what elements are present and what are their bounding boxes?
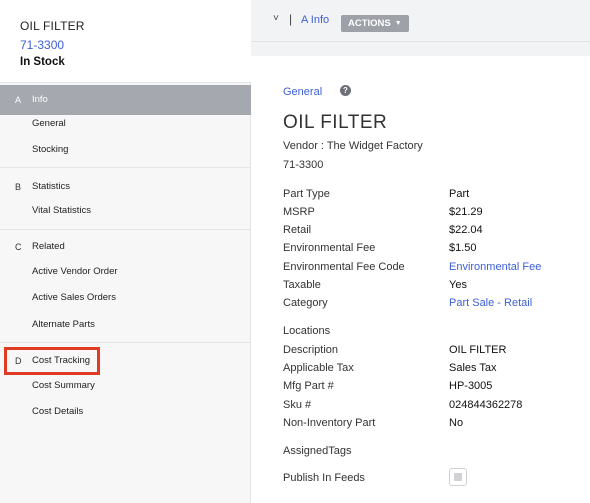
environmental-fee-link[interactable]: Environmental Fee [449,261,541,273]
field-label: MSRP [283,206,315,218]
section-letter: B [15,182,22,192]
section-title-link[interactable]: A Info [301,14,329,26]
actions-button[interactable]: ACTIONS ▼ [341,15,409,32]
section-letter: C [15,242,22,252]
sidebar-item-active-vendor-order[interactable]: Active Vendor Order [32,266,118,277]
help-icon[interactable]: ? [340,85,351,96]
publish-in-feeds-label: Publish In Feeds [283,472,365,484]
sidebar-item-general[interactable]: General [32,118,66,129]
part-name: OIL FILTER [20,19,85,33]
locations-label: Locations [283,325,331,337]
sidebar-section-related[interactable]: C Related [0,234,251,264]
sidebar-section-statistics[interactable]: B Statistics [0,173,251,203]
divider [0,167,251,168]
field-label: Mfg Part # [283,380,334,392]
section-label: Related [32,241,65,252]
section-label: Statistics [32,181,71,192]
field-label: Description [283,344,339,356]
field-label: Category [283,297,328,309]
sidebar-item-active-sales-orders[interactable]: Active Sales Orders [32,292,116,303]
sidebar-section-info[interactable]: A Info [0,85,251,115]
checkbox-indicator [454,473,462,481]
actions-label: ACTIONS [348,18,391,29]
page-title: OIL FILTER [283,112,388,133]
sidebar-item-vital-statistics[interactable]: Vital Statistics [32,205,91,216]
part-number: 71-3300 [283,159,324,171]
vendor-text: Vendor : The Widget Factory [283,140,423,152]
field-label: Environmental Fee Code [283,261,405,273]
general-section-link[interactable]: General [283,86,322,98]
field-value: $21.29 [449,206,483,218]
field-value: No [449,417,464,429]
top-bar: ˅ | A Info ACTIONS ▼ [251,0,590,42]
sidebar-item-cost-details[interactable]: Cost Details [32,406,83,417]
field-label: Applicable Tax [283,362,354,374]
field-label: Taxable [283,279,321,291]
separator: | [289,12,293,26]
stock-status: In Stock [20,56,65,68]
field-value: $1.50 [449,242,477,254]
part-number-link[interactable]: 71-3300 [20,38,64,52]
caret-down-icon: ▼ [394,20,402,27]
chevron-down-icon[interactable]: ˅ [273,13,279,24]
divider [0,342,251,343]
sidebar-item-alternate-parts[interactable]: Alternate Parts [32,319,95,330]
assigned-tags-label: AssignedTags [283,445,352,457]
field-label: Non-Inventory Part [283,417,376,429]
field-label: Environmental Fee [283,242,376,254]
field-label: Part Type [283,188,330,200]
main-panel: General ? OIL FILTER Vendor : The Widget… [251,56,590,503]
sidebar-header: OIL FILTER 71-3300 In Stock [0,0,251,83]
publish-in-feeds-checkbox[interactable] [449,468,467,486]
field-label: Sku # [283,399,312,411]
field-value: $22.04 [449,224,483,236]
section-letter: A [15,95,22,105]
divider [0,229,251,230]
sidebar-item-cost-summary[interactable]: Cost Summary [32,380,95,391]
field-label: Retail [283,224,312,236]
field-value: Yes [449,279,467,291]
section-label: Info [32,94,48,105]
field-value: HP-3005 [449,380,493,392]
category-link[interactable]: Part Sale - Retail [449,297,532,309]
highlight-box [4,347,100,375]
field-value: Sales Tax [449,362,497,374]
field-value: OIL FILTER [449,344,507,356]
sidebar-item-stocking[interactable]: Stocking [32,144,68,155]
field-value: Part [449,188,470,200]
field-value: 024844362278 [449,399,523,411]
sidebar: OIL FILTER 71-3300 In Stock A Info Gener… [0,0,251,503]
